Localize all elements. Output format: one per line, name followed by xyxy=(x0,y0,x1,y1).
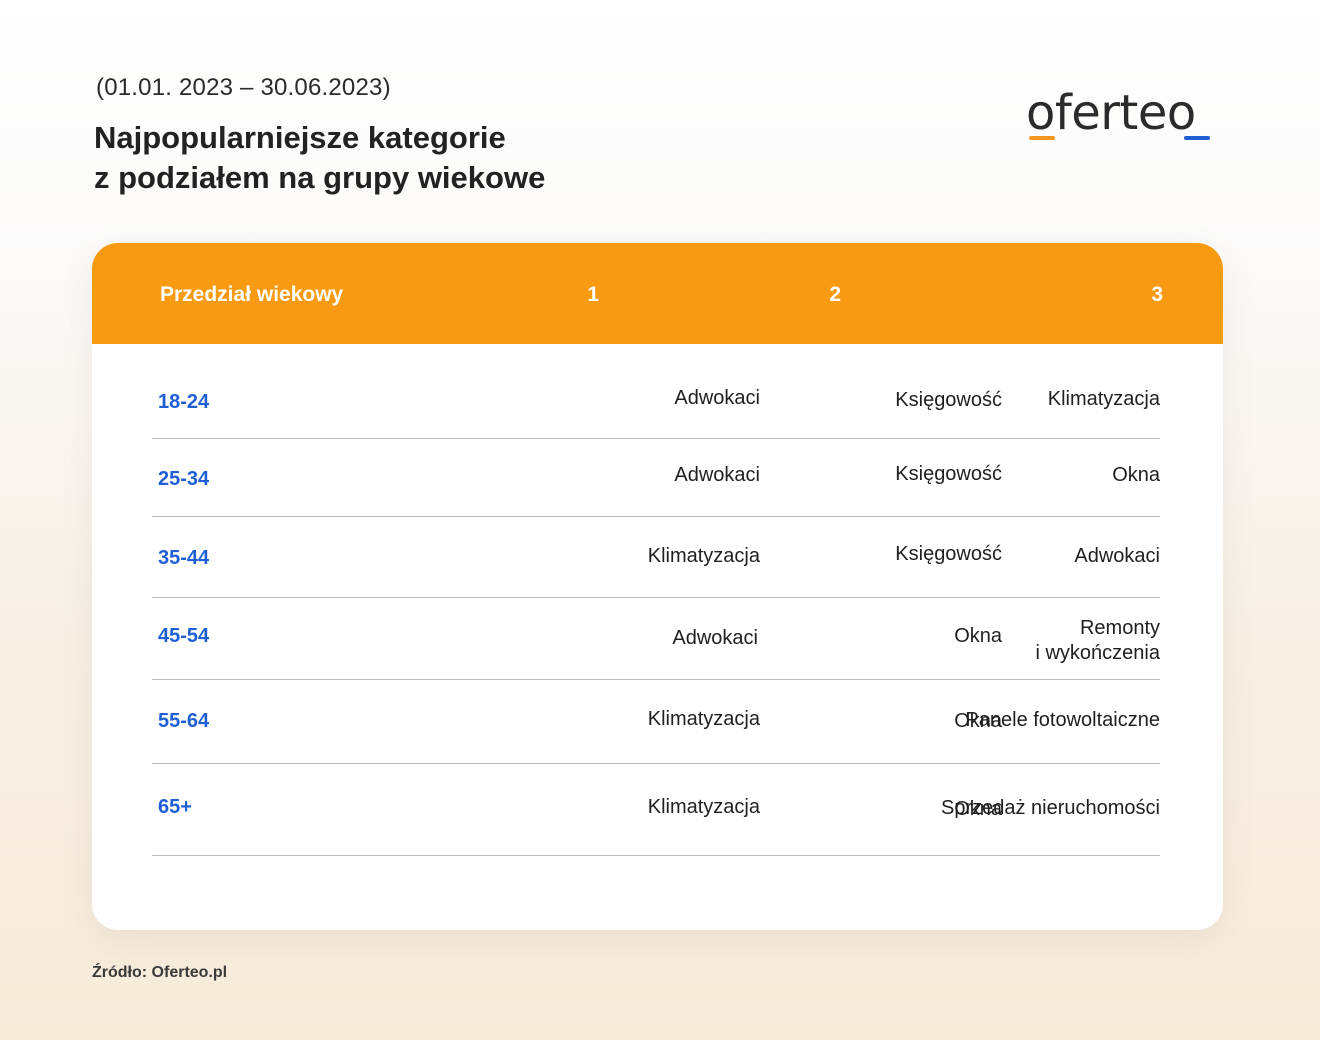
page-title: Najpopularniejsze kategorie z podziałem … xyxy=(94,118,545,198)
rank-3-cell: Klimatyzacja xyxy=(1047,388,1160,410)
rank-3-cell-line-1: Remonty xyxy=(1079,617,1160,639)
table-header: Przedział wiekowy 1 2 3 xyxy=(92,243,1223,344)
age-range-cell: 25-34 xyxy=(158,468,210,490)
rank-1-cell: Klimatyzacja xyxy=(647,545,760,567)
rank-1-cell: Adwokaci xyxy=(674,387,760,409)
age-range-cell: 18-24 xyxy=(158,391,210,413)
rank-2-cell: Księgowość xyxy=(895,389,1002,411)
age-range-cell: 35-44 xyxy=(158,547,210,569)
rank-3-cell: Panele fotowoltaiczne xyxy=(965,709,1160,731)
oferteo-logo: oferteo xyxy=(1026,88,1216,144)
column-header-rank-3: 3 xyxy=(1151,283,1163,306)
rank-3-cell: Sprzedaż nieruchomości xyxy=(941,797,1160,819)
rank-2-cell: Okna xyxy=(954,625,1002,647)
rank-3-cell: Adwokaci xyxy=(1074,545,1160,567)
age-range-cell: 45-54 xyxy=(158,625,210,647)
categories-table-card: Przedział wiekowy 1 2 3 18-24 Adwokaci K… xyxy=(92,243,1223,930)
age-range-cell: 65+ xyxy=(158,796,192,818)
table-row: 18-24 Adwokaci Księgowość Klimatyzacja xyxy=(152,344,1160,439)
rank-1-cell: Adwokaci xyxy=(672,627,758,649)
rank-2-cell: Księgowość xyxy=(895,463,1002,485)
page-title-line-2: z podziałem na grupy wiekowe xyxy=(94,160,546,195)
rank-1-cell: Klimatyzacja xyxy=(647,708,760,730)
page-title-line-1: Najpopularniejsze kategorie xyxy=(94,120,506,155)
rank-2-cell: Księgowość xyxy=(895,543,1002,565)
table-row: 35-44 Klimatyzacja Księgowość Adwokaci xyxy=(152,517,1160,598)
table-row: 25-34 Adwokaci Księgowość Okna xyxy=(152,439,1160,517)
logo-underline-orange xyxy=(1029,136,1055,140)
table-row: 55-64 Klimatyzacja Okna Panele fotowolta… xyxy=(152,680,1160,764)
rank-1-cell: Klimatyzacja xyxy=(647,796,760,818)
rank-1-cell: Adwokaci xyxy=(674,464,760,486)
column-header-rank-1: 1 xyxy=(587,283,599,306)
source-note: Źródło: Oferteo.pl xyxy=(92,964,228,981)
age-range-cell: 55-64 xyxy=(158,710,210,732)
table-row: 65+ Klimatyzacja Okna Sprzedaż nieruchom… xyxy=(152,764,1160,856)
rank-3-cell: Okna xyxy=(1112,464,1160,486)
table-row: 45-54 Adwokaci Okna Remonty i wykończeni… xyxy=(152,598,1160,680)
column-header-age-range: Przedział wiekowy xyxy=(160,283,344,306)
logo-text: oferteo xyxy=(1026,85,1196,141)
rank-3-cell-line-2: i wykończenia xyxy=(1035,642,1160,664)
column-header-rank-2: 2 xyxy=(829,283,841,306)
date-range: (01.01. 2023 – 30.06.2023) xyxy=(96,74,391,101)
logo-underline-blue xyxy=(1184,136,1210,140)
